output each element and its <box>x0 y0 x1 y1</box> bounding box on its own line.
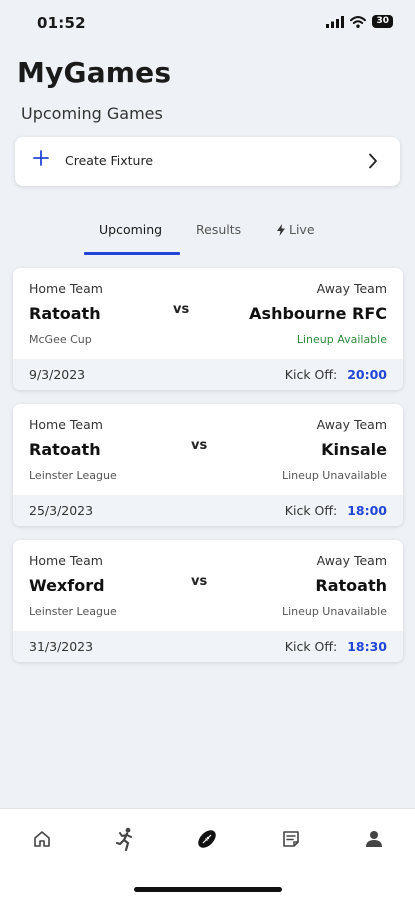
game-date: 9/3/2023 <box>29 367 86 382</box>
page-subtitle: Upcoming Games <box>21 104 163 123</box>
game-date: 31/3/2023 <box>29 639 94 654</box>
player-icon <box>115 827 132 851</box>
home-icon <box>34 831 50 847</box>
away-team-name: Ratoath <box>315 576 387 595</box>
tab-results[interactable]: Results <box>196 222 241 237</box>
kickoff: Kick Off: 18:00 <box>285 503 387 518</box>
kickoff-label: Kick Off: <box>284 639 338 654</box>
game-date: 25/3/2023 <box>29 503 94 518</box>
wifi-icon <box>350 15 367 28</box>
tab-upcoming[interactable]: Upcoming <box>99 222 162 237</box>
kickoff-time: 18:30 <box>347 639 387 654</box>
create-fixture-button[interactable]: Create Fixture <box>15 137 400 186</box>
game-card[interactable]: Home Team Ratoath Leinster League vs Awa… <box>13 404 403 526</box>
tab-bar: Upcoming Results Live <box>0 210 415 255</box>
lineup-status: Lineup Unavailable <box>281 469 387 482</box>
nav-players[interactable] <box>113 827 137 851</box>
create-fixture-label: Create Fixture <box>65 153 154 168</box>
app-title: MyGames <box>17 56 172 89</box>
away-team-label: Away Team <box>316 417 387 432</box>
kickoff-label: Kick Off: <box>284 367 338 382</box>
away-team-name: Kinsale <box>321 440 387 459</box>
home-team-label: Home Team <box>29 281 103 296</box>
competition-name: Leinster League <box>29 605 117 618</box>
card-footer: 25/3/2023 Kick Off: 18:00 <box>13 495 403 526</box>
away-team-label: Away Team <box>316 553 387 568</box>
kickoff: Kick Off: 18:30 <box>285 639 387 654</box>
active-tab-indicator <box>84 252 180 255</box>
home-indicator <box>134 887 282 892</box>
nav-home[interactable] <box>30 827 54 851</box>
kickoff: Kick Off: 20:00 <box>285 367 387 382</box>
rugby-ball-icon <box>198 830 216 848</box>
nav-games[interactable] <box>195 827 219 851</box>
status-icons: 30 <box>326 15 393 28</box>
profile-icon <box>366 831 382 847</box>
away-team-label: Away Team <box>316 281 387 296</box>
home-team-name: Ratoath <box>29 304 101 323</box>
signal-icon <box>326 15 345 28</box>
status-time: 01:52 <box>37 14 86 32</box>
status-bar: 01:52 30 <box>0 0 415 44</box>
lineup-status: Lineup Available <box>296 333 387 346</box>
chevron-right-icon <box>369 153 377 169</box>
plus-icon <box>33 150 49 166</box>
nav-profile[interactable] <box>362 827 386 851</box>
game-card[interactable]: Home Team Ratoath McGee Cup vs Away Team… <box>13 268 403 390</box>
vs-label: vs <box>191 438 208 453</box>
tab-live-label: Live <box>289 222 315 237</box>
nav-notes[interactable] <box>279 827 303 851</box>
kickoff-time: 20:00 <box>347 367 387 382</box>
card-footer: 31/3/2023 Kick Off: 18:30 <box>13 631 403 662</box>
lightning-icon <box>277 223 285 236</box>
kickoff-label: Kick Off: <box>284 503 338 518</box>
away-team-name: Ashbourne RFC <box>249 304 387 323</box>
home-team-label: Home Team <box>29 553 103 568</box>
game-card[interactable]: Home Team Wexford Leinster League vs Awa… <box>13 540 403 662</box>
competition-name: Leinster League <box>29 469 117 482</box>
home-team-name: Wexford <box>29 576 105 595</box>
notes-icon <box>283 831 299 847</box>
card-footer: 9/3/2023 Kick Off: 20:00 <box>13 359 403 390</box>
home-team-name: Ratoath <box>29 440 101 459</box>
home-team-label: Home Team <box>29 417 103 432</box>
tab-live[interactable]: Live <box>277 222 315 237</box>
battery-icon: 30 <box>372 15 393 28</box>
lineup-status: Lineup Unavailable <box>281 605 387 618</box>
vs-label: vs <box>191 574 208 589</box>
competition-name: McGee Cup <box>29 333 92 346</box>
vs-label: vs <box>173 302 190 317</box>
kickoff-time: 18:00 <box>347 503 387 518</box>
